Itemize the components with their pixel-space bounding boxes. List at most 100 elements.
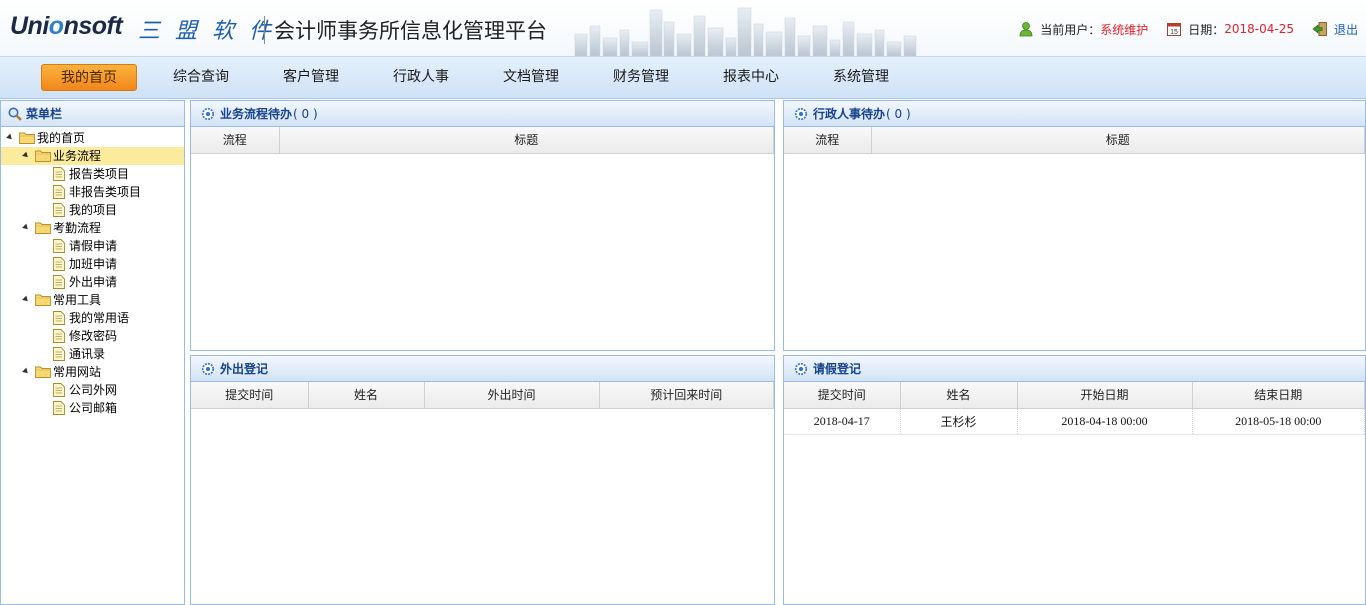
nav-item-home[interactable]: 我的首页 [41,64,137,91]
tree-label: 公司邮箱 [69,401,118,415]
gear-icon [794,362,808,375]
panel-title: 行政人事待办 [813,106,886,121]
column-header[interactable]: 预计回来时间 [599,382,774,409]
current-user-name: 系统维护 [1100,22,1149,37]
panel-title: 外出登记 [220,361,269,376]
tree-item[interactable]: 修改密码 [1,327,184,345]
column-header[interactable]: 姓名 [308,382,425,409]
logout-icon[interactable] [1312,21,1328,37]
logo-cn: 三 盟 软 件 [138,19,275,44]
expand-arrow-icon[interactable] [6,133,14,142]
admin-todo-table: 流程 标题 [784,127,1365,154]
table-cell: 2018-04-18 00:00 [1017,408,1193,435]
tree-label: 我的常用语 [69,311,130,325]
business-todo-table: 流程 标题 [191,127,774,154]
tree-item[interactable]: 报告类项目 [1,165,184,183]
nav-item-query[interactable]: 综合查询 [155,64,247,91]
tree-label: 加班申请 [69,257,118,271]
column-header[interactable]: 标题 [279,127,774,154]
tree-item[interactable]: 我的项目 [1,201,184,219]
header: Unionsoft 三 盟 软 件 会计师事务所信息化管理平台 当前用户： 系统… [0,0,1366,57]
logo-text-part: Uni [10,12,49,40]
logo-text-part: nsoft [63,12,123,40]
tree-label: 常用工具 [53,293,102,307]
tree-label: 报告类项目 [69,167,130,181]
panel-business-todo: 业务流程待办( 0 ) 流程 标题 [190,100,775,351]
nav-item-hr[interactable]: 行政人事 [375,64,467,91]
column-header[interactable]: 外出时间 [424,382,600,409]
gear-icon [201,362,215,375]
tree-item[interactable]: 通讯录 [1,345,184,363]
panel-count: ( 0 ) [886,106,911,121]
platform-title: 会计师事务所信息化管理平台 [274,19,547,43]
outing-table: 提交时间 姓名 外出时间 预计回来时间 [191,382,774,409]
tree-label: 我的项目 [69,203,118,217]
panel-leave-register: 请假登记 提交时间 姓名 开始日期 结束日期 2018-04-17 王杉杉 20… [783,355,1366,605]
gear-icon [201,107,215,120]
tree-label: 非报告类项目 [69,185,142,199]
panel-outing-register: 外出登记 提交时间 姓名 外出时间 预计回来时间 [190,355,775,605]
tree-item[interactable]: 公司外网 [1,381,184,399]
table-row[interactable]: 2018-04-17 王杉杉 2018-04-18 00:00 2018-05-… [784,408,1365,435]
nav-item-documents[interactable]: 文档管理 [485,64,577,91]
tree-item-home[interactable]: 我的首页 [1,129,184,147]
column-header[interactable]: 开始日期 [1017,382,1193,409]
tree-item[interactable]: 非报告类项目 [1,183,184,201]
panel-title: 请假登记 [813,361,862,376]
tree-label: 修改密码 [69,329,118,343]
column-header[interactable]: 姓名 [900,382,1018,409]
tree-label: 业务流程 [53,149,102,163]
tree-group[interactable]: 常用工具 [1,291,184,309]
panel-header: 行政人事待办( 0 ) [784,101,1365,127]
user-area: 当前用户： 系统维护 15 日期： 2018-04-25 退出 [1018,20,1358,38]
tree-label: 通讯录 [69,347,106,361]
expand-arrow-icon[interactable] [22,295,30,304]
sidebar-title: 菜单栏 [26,106,63,121]
svg-text:15: 15 [1170,29,1178,36]
panel-count: ( 0 ) [293,106,318,121]
sidebar-header: 菜单栏 [1,101,184,127]
panel-header: 业务流程待办( 0 ) [191,101,774,127]
document-icon [53,401,65,420]
user-icon [1019,22,1033,37]
column-header[interactable]: 提交时间 [191,382,309,409]
expand-arrow-icon[interactable] [22,151,30,160]
tree-group[interactable]: 常用网站 [1,363,184,381]
tree-label: 我的首页 [37,131,86,145]
current-user-label: 当前用户： [1040,22,1101,37]
gear-icon [794,107,808,120]
expand-arrow-icon[interactable] [22,367,30,376]
calendar-icon: 15 [1167,23,1182,36]
date-label: 日期： [1188,22,1225,37]
skyline-banner-image [574,7,917,56]
column-header[interactable]: 流程 [784,127,872,154]
main-nav: 我的首页 综合查询 客户管理 行政人事 文档管理 财务管理 报表中心 系统管理 [0,57,1366,99]
table-cell: 王杉杉 [900,408,1018,435]
tree-item[interactable]: 公司邮箱 [1,399,184,417]
column-header[interactable]: 标题 [871,127,1365,154]
nav-item-customers[interactable]: 客户管理 [265,64,357,91]
search-icon [8,107,22,121]
column-header[interactable]: 结束日期 [1192,382,1365,409]
tree-item[interactable]: 外出申请 [1,273,184,291]
tree-item[interactable]: 请假申请 [1,237,184,255]
nav-item-finance[interactable]: 财务管理 [595,64,687,91]
tree-label: 公司外网 [69,383,118,397]
tree-group[interactable]: 业务流程 [1,147,184,165]
logo-text-part: o [48,12,64,40]
expand-arrow-icon[interactable] [22,223,30,232]
nav-item-reports[interactable]: 报表中心 [705,64,797,91]
tree-label: 外出申请 [69,275,118,289]
tree-item[interactable]: 我的常用语 [1,309,184,327]
tree-group[interactable]: 考勤流程 [1,219,184,237]
panel-admin-todo: 行政人事待办( 0 ) 流程 标题 [783,100,1366,351]
tree-item[interactable]: 加班申请 [1,255,184,273]
panel-header: 外出登记 [191,356,774,382]
nav-item-system[interactable]: 系统管理 [815,64,907,91]
column-header[interactable]: 提交时间 [784,382,901,409]
column-header[interactable]: 流程 [191,127,280,154]
panel-title: 业务流程待办 [220,106,293,121]
table-cell: 2018-04-17 [784,408,901,435]
logout-link[interactable]: 退出 [1334,21,1358,38]
logo-separator [264,16,265,44]
